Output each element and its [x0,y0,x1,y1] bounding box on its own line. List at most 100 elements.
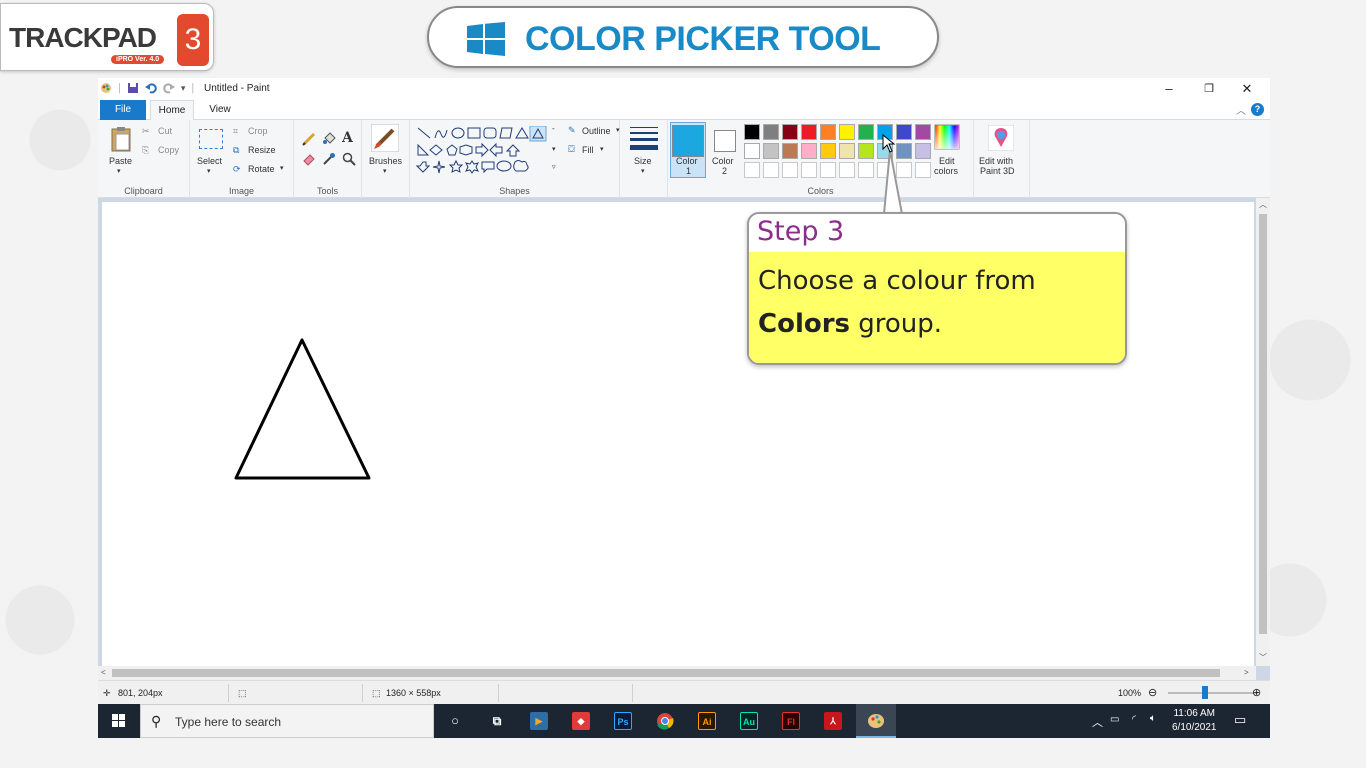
tab-view[interactable]: View [198,100,242,120]
copy-button[interactable]: Copy [158,145,179,155]
wifi-icon[interactable]: ◜ [1132,714,1136,725]
paste-dropdown-icon[interactable]: ▾ [117,167,121,175]
color-swatch[interactable] [820,124,836,140]
color-swatch[interactable] [782,124,798,140]
acrobat-icon[interactable]: ⅄ [824,712,842,730]
color-swatch[interactable] [839,143,855,159]
resize-button[interactable]: Resize [248,145,276,155]
color-swatch[interactable] [782,143,798,159]
horizontal-scroll-thumb[interactable] [112,669,1220,677]
paint3d-label[interactable]: Edit with [979,156,1013,166]
custom-color-slot[interactable] [801,162,817,178]
cut-button[interactable]: Cut [158,126,172,136]
taskbar-search[interactable]: ⚲ Type here to search [140,704,434,738]
edit-colors-label[interactable]: Edit [939,156,955,166]
color-swatch[interactable] [915,124,931,140]
eraser-icon[interactable] [302,152,316,166]
collapse-ribbon-icon[interactable]: ︿ [1236,102,1246,117]
color-swatch[interactable] [763,143,779,159]
color-swatch[interactable] [820,143,836,159]
help-icon[interactable]: ? [1251,103,1264,116]
task-view-icon[interactable]: ⧉ [488,712,506,730]
outline-dropdown-icon[interactable]: ▾ [616,126,620,134]
color2-swatch[interactable] [714,130,736,152]
chrome-icon[interactable] [656,712,674,730]
select-dropdown-icon[interactable]: ▾ [207,167,211,175]
zoom-out-icon[interactable]: ⊖ [1148,686,1157,699]
custom-color-slot[interactable] [858,162,874,178]
volume-icon[interactable]: 🔈︎ [1150,713,1156,724]
crop-button[interactable]: Crop [248,126,268,136]
custom-color-slot[interactable] [839,162,855,178]
size-dropdown-icon[interactable]: ▾ [641,167,645,175]
custom-color-slot[interactable] [763,162,779,178]
select-icon[interactable] [199,129,223,149]
shapes-gallery[interactable] [416,126,548,176]
custom-color-slot[interactable] [915,162,931,178]
brushes-dropdown-icon[interactable]: ▾ [383,167,387,175]
shapes-scroll-down-icon[interactable]: ▾ [552,145,556,153]
battery-icon[interactable]: ▭ [1110,714,1119,725]
custom-color-slot[interactable] [820,162,836,178]
color-swatch[interactable] [915,143,931,159]
scroll-right-icon[interactable]: > [1244,668,1249,677]
color1-swatch[interactable] [672,125,704,157]
scroll-down-icon[interactable]: ﹀ [1259,652,1267,663]
custom-color-slot[interactable] [744,162,760,178]
fill-button[interactable]: Fill [582,145,594,155]
outline-button[interactable]: Outline [582,126,611,136]
zoom-in-icon[interactable]: ⊕ [1252,686,1261,699]
zoom-slider-thumb[interactable] [1202,686,1208,699]
size-icon[interactable] [630,126,658,150]
magnifier-icon[interactable] [342,152,356,166]
paint-taskbar-button[interactable] [856,704,896,738]
illustrator-icon[interactable]: Ai [698,712,716,730]
tab-file[interactable]: File [100,100,146,120]
paint3d-icon[interactable] [988,125,1014,151]
rotate-dropdown-icon[interactable]: ▾ [280,164,284,172]
fill-bucket-icon[interactable] [322,132,336,146]
close-button[interactable]: ✕ [1230,80,1264,98]
color2-label[interactable]: Color [712,156,734,166]
color-swatch[interactable] [858,143,874,159]
text-tool-icon[interactable]: A [342,130,353,146]
undo-icon[interactable] [144,82,157,94]
scroll-left-icon[interactable]: < [101,668,106,677]
color-swatch[interactable] [896,124,912,140]
paste-button[interactable]: Paste [109,156,132,166]
size-button[interactable]: Size [634,156,652,166]
customize-qa-icon[interactable]: ▾ [181,83,186,94]
shapes-more-icon[interactable]: ▿ [552,163,556,171]
media-player-icon[interactable]: ▶ [530,712,548,730]
scroll-up-icon[interactable]: ︿ [1259,199,1267,210]
edit-colors-label-2[interactable]: colors [934,166,958,176]
anydesk-icon[interactable]: ◆ [572,712,590,730]
color-swatch[interactable] [839,124,855,140]
show-hidden-icons-icon[interactable]: ︿ [1092,714,1103,730]
restore-button[interactable]: ❐ [1192,80,1226,98]
vertical-scrollbar[interactable]: ︿ ﹀ [1256,198,1270,666]
color-swatch[interactable] [744,143,760,159]
save-icon[interactable] [127,82,139,94]
fill-dropdown-icon[interactable]: ▾ [600,145,604,153]
tab-home[interactable]: Home [150,100,194,120]
paint3d-label-2[interactable]: Paint 3D [980,166,1015,176]
brushes-button[interactable]: Brushes [369,156,402,166]
color-swatch[interactable] [744,124,760,140]
cortana-icon[interactable]: ○ [446,712,464,730]
redo-icon[interactable] [163,82,175,94]
pencil-icon[interactable] [302,132,316,146]
minimize-button[interactable]: – [1152,80,1186,98]
zoom-slider[interactable] [1168,692,1258,694]
photoshop-icon[interactable]: Ps [614,712,632,730]
select-button[interactable]: Select [197,156,222,166]
custom-color-slot[interactable] [782,162,798,178]
color1-label[interactable]: Color [676,156,698,166]
color-swatch[interactable] [858,124,874,140]
notifications-icon[interactable]: ▭ [1234,712,1246,728]
paste-icon[interactable] [110,126,132,152]
vertical-scroll-thumb[interactable] [1259,214,1267,634]
horizontal-scrollbar[interactable]: < > [98,666,1256,680]
rotate-button[interactable]: Rotate [248,164,275,174]
shapes-scroll-up-icon[interactable]: - [552,124,555,133]
